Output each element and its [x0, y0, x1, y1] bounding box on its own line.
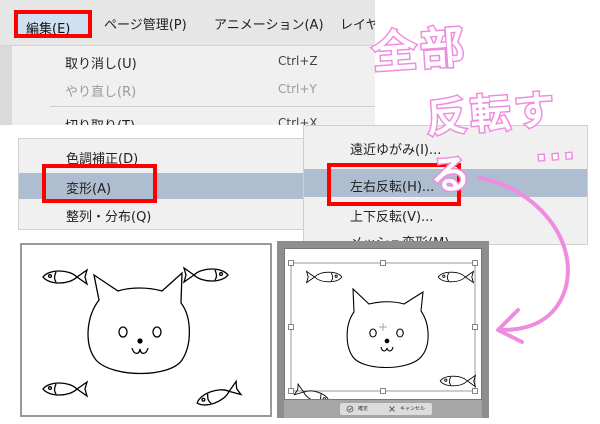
- canvas-flipped: [284, 248, 482, 404]
- menu-separator: [50, 106, 375, 107]
- menu-bar: 編集(E) ページ管理(P) アニメーション(A) レイヤ: [0, 0, 375, 46]
- fish-icon: [437, 270, 475, 284]
- transform-handle: [472, 324, 478, 330]
- confirm-button[interactable]: 確定: [358, 405, 368, 412]
- left-panel-strip: [0, 46, 12, 125]
- menu-page[interactable]: ページ管理(P): [104, 14, 187, 33]
- shortcut-cut: Ctrl+X: [278, 116, 318, 125]
- menu-item-redo[interactable]: やり直し(R): [65, 81, 136, 100]
- fish-icon: [42, 380, 89, 398]
- confirm-icon[interactable]: [346, 405, 354, 413]
- menu-item-flip-vertical[interactable]: 上下反転(V)...: [350, 206, 433, 225]
- transform-handle: [288, 324, 294, 330]
- transform-handle: [380, 388, 386, 394]
- edit-menu-screenshot: 編集(E) ページ管理(P) アニメーション(A) レイヤ 取り消し(U) Ct…: [0, 0, 375, 125]
- fish-icon: [305, 270, 343, 284]
- transform-handle: [472, 388, 478, 394]
- transform-handle: [472, 260, 478, 266]
- menu-edit-label: 編集(E): [26, 22, 71, 37]
- fish-icon: [293, 382, 330, 404]
- transform-handle: [288, 388, 294, 394]
- transform-confirm-pill: 確定 キャンセル: [340, 403, 432, 415]
- transform-handle: [288, 260, 294, 266]
- menu-edit[interactable]: 編集(E): [14, 10, 92, 38]
- menu-item-undo[interactable]: 取り消し(U): [65, 53, 137, 72]
- annotation-line1: 全部: [369, 20, 471, 81]
- drawing-flipped: [288, 260, 478, 404]
- shortcut-redo: Ctrl+Y: [278, 82, 317, 96]
- cat-face-icon: [346, 287, 429, 369]
- canvas-before: [20, 243, 272, 417]
- cancel-icon[interactable]: [388, 405, 396, 413]
- fish-icon: [182, 266, 229, 284]
- fish-icon: [439, 374, 477, 388]
- drawing-original: [42, 266, 243, 406]
- menu-item-align[interactable]: 整列・分布(Q): [66, 206, 151, 225]
- menu-item-cut[interactable]: 切り取り(T): [65, 115, 135, 125]
- menu-animation[interactable]: アニメーション(A): [214, 14, 324, 33]
- cancel-button[interactable]: キャンセル: [400, 405, 425, 412]
- fish-icon: [196, 379, 243, 406]
- fish-icon: [42, 268, 89, 286]
- cat-face-icon: [87, 271, 191, 375]
- transform-handle: [380, 260, 386, 266]
- highlight-box-transform: [42, 164, 157, 203]
- transform-center: [379, 323, 387, 331]
- shortcut-undo: Ctrl+Z: [278, 54, 318, 68]
